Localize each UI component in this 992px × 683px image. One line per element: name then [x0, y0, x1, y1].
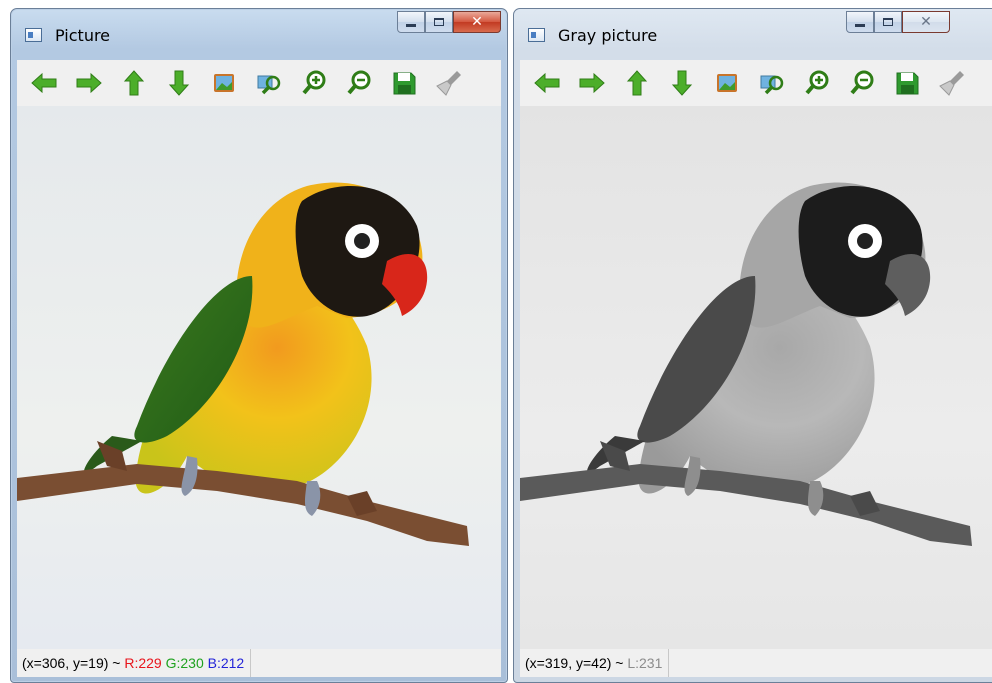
arrow-down-icon[interactable]	[664, 65, 700, 101]
minimize-button[interactable]	[846, 11, 874, 33]
arrow-up-icon[interactable]	[619, 65, 655, 101]
luminance-value: L:231	[627, 655, 663, 671]
zoom-out-icon[interactable]	[844, 65, 880, 101]
pixel-readout: (x=319, y=42) ~ L:231	[525, 649, 670, 677]
zoom-fit-icon[interactable]	[754, 65, 790, 101]
minimize-icon	[406, 23, 416, 27]
title-bar[interactable]: Picture ✕	[11, 9, 507, 53]
status-bar: (x=319, y=42) ~ L:231	[520, 649, 992, 677]
save-icon[interactable]	[386, 65, 422, 101]
minimize-button[interactable]	[397, 11, 425, 33]
arrow-left-icon[interactable]	[26, 65, 62, 101]
title-bar[interactable]: Gray picture ✕	[514, 9, 992, 53]
coords-text: (x=319, y=42) ~	[525, 655, 624, 671]
maximize-icon	[883, 18, 893, 26]
close-button[interactable]: ✕	[453, 11, 501, 33]
close-icon: ✕	[920, 14, 932, 30]
green-value: G:230	[165, 655, 204, 671]
window-icon	[25, 28, 42, 42]
zoom-fit-icon[interactable]	[251, 65, 287, 101]
picture-window: Picture ✕ (x=306, y=19) ~ R:229 G:230 B:…	[10, 8, 508, 683]
window-title: Gray picture	[558, 26, 658, 45]
window-title: Picture	[55, 26, 111, 45]
gray-parrot-image	[520, 106, 992, 649]
maximize-button[interactable]	[425, 11, 453, 33]
arrow-left-icon[interactable]	[529, 65, 565, 101]
red-value: R:229	[124, 655, 162, 671]
window-icon	[528, 28, 545, 42]
brush-icon[interactable]	[934, 65, 970, 101]
image-icon[interactable]	[206, 65, 242, 101]
arrow-down-icon[interactable]	[161, 65, 197, 101]
toolbar	[520, 60, 992, 106]
close-button[interactable]: ✕	[902, 11, 950, 33]
zoom-out-icon[interactable]	[341, 65, 377, 101]
coords-text: (x=306, y=19) ~	[22, 655, 121, 671]
toolbar	[17, 60, 501, 106]
arrow-right-icon[interactable]	[71, 65, 107, 101]
close-icon: ✕	[471, 14, 483, 30]
minimize-icon	[855, 23, 865, 27]
image-icon[interactable]	[709, 65, 745, 101]
gray-picture-window: Gray picture ✕ (x=319, y=42) ~ L:231	[513, 8, 992, 683]
image-view[interactable]	[17, 106, 501, 649]
arrow-right-icon[interactable]	[574, 65, 610, 101]
parrot-image	[17, 106, 501, 649]
brush-icon[interactable]	[431, 65, 467, 101]
arrow-up-icon[interactable]	[116, 65, 152, 101]
blue-value: B:212	[207, 655, 245, 671]
image-view[interactable]	[520, 106, 992, 649]
save-icon[interactable]	[889, 65, 925, 101]
zoom-in-icon[interactable]	[799, 65, 835, 101]
pixel-readout: (x=306, y=19) ~ R:229 G:230 B:212	[22, 649, 252, 677]
status-bar: (x=306, y=19) ~ R:229 G:230 B:212	[17, 649, 501, 677]
maximize-icon	[434, 18, 444, 26]
zoom-in-icon[interactable]	[296, 65, 332, 101]
maximize-button[interactable]	[874, 11, 902, 33]
